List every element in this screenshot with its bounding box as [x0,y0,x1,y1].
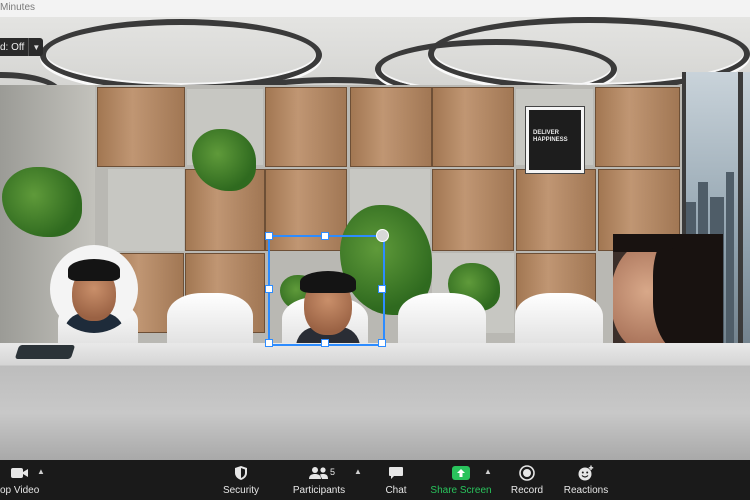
participant-hair [613,234,673,252]
chat-label: Chat [385,485,407,496]
resize-handle[interactable] [378,285,386,293]
participant-video-right[interactable] [613,234,723,343]
participant-video-circle[interactable] [50,245,138,333]
stop-video-label: op Video [0,485,40,496]
stop-video-button[interactable]: op Video [0,460,40,500]
window-title: Minutes [0,2,36,13]
security-button[interactable]: Security [215,460,267,500]
security-label: Security [222,485,260,496]
participant-hair [68,259,120,281]
window-titlebar: Minutes [0,0,750,18]
phone-on-table [14,345,76,359]
wood-panel [432,169,514,251]
wood-panel [516,169,596,251]
resize-handle[interactable] [265,285,273,293]
conference-table [0,343,750,460]
wall-poster: DELIVER HAPPINESS [526,107,584,173]
caret-up-icon[interactable]: ▲ [484,467,492,476]
chat-button[interactable]: Chat [380,460,412,500]
wood-panel [97,87,185,167]
emoji-plus-icon [562,465,610,481]
record-label: Record [510,485,544,496]
resize-handle[interactable] [321,339,329,347]
meeting-stage: DELIVER HAPPINESS d: Off ▼ [0,17,750,460]
resize-handle[interactable] [321,232,329,240]
share-screen-button[interactable]: Share Screen [430,460,492,500]
record-icon [506,465,548,481]
share-screen-label: Share Screen [430,485,492,496]
resize-handle[interactable] [265,232,273,240]
building [726,172,734,352]
resize-handle[interactable] [265,339,273,347]
meeting-toolbar: op Video ▲ Security Participants 5 ▲ Cha… [0,460,750,500]
shield-icon [215,465,267,481]
chat-bubble-icon [380,465,412,481]
rotate-handle[interactable] [376,229,389,242]
poster-text: DELIVER HAPPINESS [533,130,568,143]
virtual-background-toggle[interactable]: d: Off ▼ [0,38,44,56]
wood-panel [265,87,347,167]
reactions-label: Reactions [563,485,609,496]
caret-up-icon[interactable]: ▲ [37,467,45,476]
reactions-button[interactable]: Reactions [562,460,610,500]
virtual-background-label: d: Off [0,41,25,53]
wood-panel [350,87,432,167]
participants-count: 5 [330,467,336,477]
share-arrow-icon [430,465,492,481]
resize-handle[interactable] [378,339,386,347]
wall-recess [108,169,184,251]
people-icon [290,465,348,481]
window-frame [738,72,743,362]
caret-up-icon[interactable]: ▲ [354,467,362,476]
wood-panel [432,87,514,167]
record-button[interactable]: Record [506,460,548,500]
participants-button[interactable]: Participants [290,460,348,500]
participants-label: Participants [292,485,346,496]
wood-panel [595,87,680,167]
camera-icon [0,465,38,481]
chevron-down-icon[interactable]: ▼ [28,38,43,56]
video-selection-box[interactable] [268,235,385,346]
